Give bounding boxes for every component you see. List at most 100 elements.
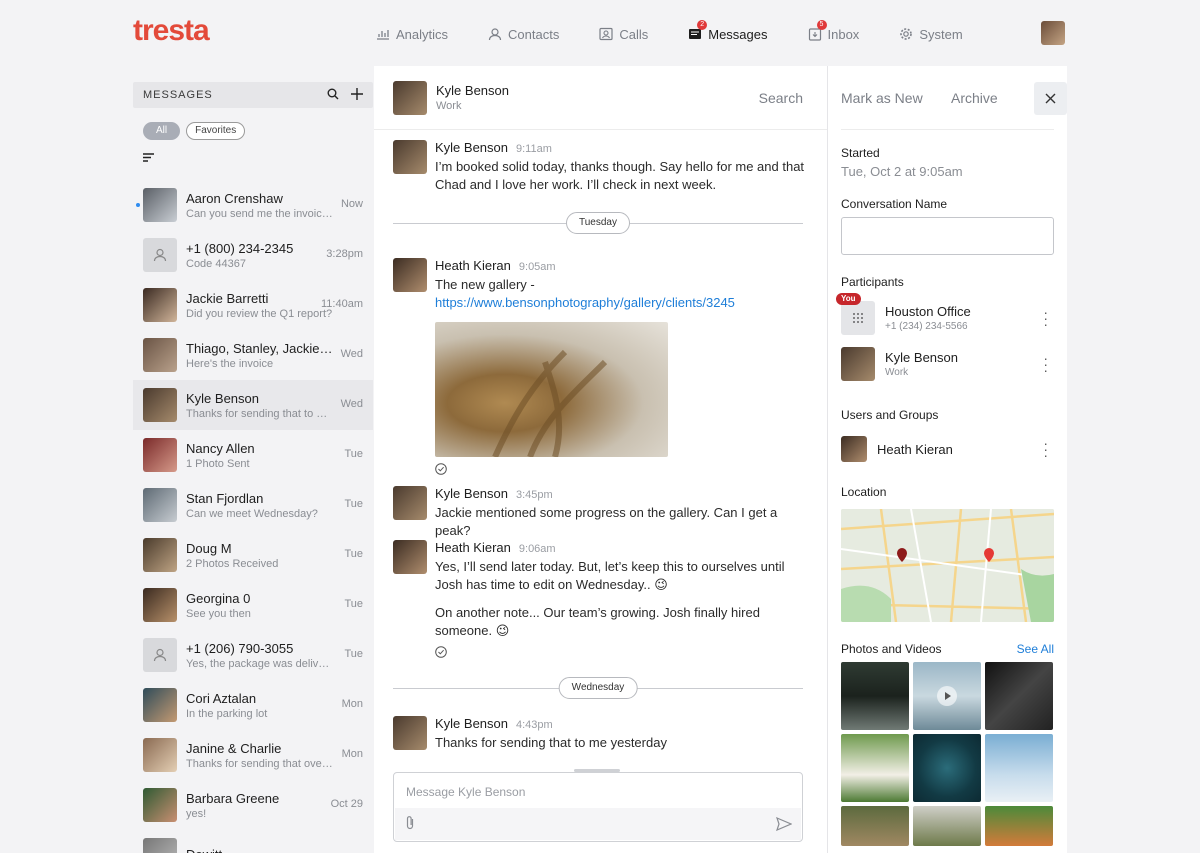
contact-avatar [143, 438, 177, 472]
user-name: Heath Kieran [877, 441, 953, 457]
message-time: 4:43pm [516, 719, 553, 731]
message-text: Jackie mentioned some progress on the ga… [435, 505, 778, 538]
mark-as-new-button[interactable]: Mark as New [841, 90, 923, 106]
participant-row[interactable]: You Houston Office +1 (234) 234-5566 · · · [836, 293, 1054, 341]
contact-avatar [143, 838, 177, 853]
chat-search-button[interactable]: Search [759, 90, 803, 106]
read-check-icon [435, 463, 447, 475]
app-logo[interactable]: tresta [133, 14, 210, 48]
photo-thumbnail[interactable] [841, 662, 909, 730]
photo-thumbnail[interactable] [985, 806, 1053, 846]
filter-all[interactable]: All [143, 122, 181, 140]
see-all-link[interactable]: See All [1017, 642, 1054, 656]
conversation-preview: Code 44367 [186, 257, 246, 270]
attach-icon[interactable] [404, 815, 416, 834]
plus-icon[interactable] [351, 87, 363, 103]
conversation-item[interactable]: +1 (206) 790-3055 Yes, the package was de… [133, 630, 373, 680]
conversation-list: Aaron Crenshaw Can you send me the invoic… [133, 180, 373, 853]
conversation-name: Janine & Charlie [186, 740, 282, 756]
read-check-icon [435, 646, 447, 658]
messages-header-title: MESSAGES [143, 89, 213, 101]
photos-section: Photos and Videos See All [841, 642, 1054, 846]
messages-header: MESSAGES [133, 82, 373, 108]
more-icon[interactable]: · · · [1043, 305, 1048, 331]
nav-messages[interactable]: 2 Messages [688, 20, 768, 44]
sort-icon[interactable] [143, 152, 155, 164]
conversation-preview: Thanks for sending that over, w... [186, 757, 334, 770]
conversation-time: Tue [344, 448, 363, 460]
archive-button[interactable]: Archive [951, 90, 998, 106]
started-section: Started Tue, Oct 2 at 9:05am [841, 146, 1054, 179]
conversations-panel: MESSAGES All Favorites Aaron Crenshaw Can… [133, 82, 373, 853]
conversation-item[interactable]: Doug M2 Photos Received Tue [133, 530, 373, 580]
conversation-item[interactable]: Nancy Allen 1 Photo Sent Tue [133, 430, 373, 480]
close-icon[interactable] [1034, 82, 1067, 115]
participant-row[interactable]: Kyle Benson Work · · · [841, 341, 1054, 387]
conversation-item[interactable]: Georgina 0 See you then Tue [133, 580, 373, 630]
gallery-photo[interactable] [435, 322, 668, 457]
photo-thumbnail[interactable] [985, 662, 1053, 730]
details-toolbar: Mark as New Archive [841, 66, 1067, 130]
sender-avatar [393, 540, 427, 574]
nav-contacts[interactable]: Contacts [488, 24, 559, 44]
conversation-item[interactable]: Janine & Charlie Thanks for sending that … [133, 730, 373, 780]
conversation-time: Tue [344, 598, 363, 610]
photo-thumbnail[interactable] [913, 734, 981, 802]
filter-pills: All Favorites [143, 122, 373, 140]
conversation-time: Mon [341, 748, 363, 760]
gallery-link[interactable]: https://www.bensonphotography/gallery/cl… [435, 295, 735, 310]
conversation-preview: yes! [186, 807, 207, 820]
sender-avatar [393, 486, 427, 520]
more-icon[interactable]: · · · [1043, 436, 1048, 462]
video-thumbnail[interactable] [913, 662, 981, 730]
conversation-time: 3:28pm [326, 248, 363, 260]
conversation-item[interactable]: +1 (800) 234-2345 Code 44367 3:28pm [133, 230, 373, 280]
conversation-name-label: Conversation Name [841, 197, 948, 211]
message-composer[interactable]: Message Kyle Benson [393, 772, 803, 842]
conversation-preview: Yes, the package was delivered. [186, 657, 334, 670]
conversation-item[interactable]: Thiago, Stanley, Jackie &... Here's the i… [133, 330, 373, 380]
photo-thumbnail[interactable] [841, 734, 909, 802]
conversation-item[interactable]: Barbara Greene yes! Oct 29 [133, 780, 373, 830]
chat-panel: Kyle Benson Work Search Kyle Benson 9:11a… [374, 66, 827, 853]
search-icon[interactable] [327, 87, 339, 103]
conversation-item[interactable]: Cori Aztalan In the parking lot Mon [133, 680, 373, 730]
conversation-name: Stan Fjordlan [186, 490, 264, 506]
photo-thumbnail[interactable] [913, 806, 981, 846]
filter-favorites[interactable]: Favorites [186, 122, 246, 140]
user-row[interactable]: Heath Kieran · · · [841, 426, 1054, 472]
participants-section: Participants You Houston Office +1 (234)… [836, 275, 1054, 387]
conversation-preview: Can you send me the invoice fo... [186, 207, 334, 220]
contact-avatar [143, 188, 177, 222]
more-icon[interactable]: · · · [1043, 351, 1048, 377]
message-sender: Kyle Benson [435, 140, 508, 155]
conversation-item[interactable]: Stan Fjordlan Can we meet Wednesday? Tue [133, 480, 373, 530]
conversation-name-input[interactable] [841, 217, 1054, 255]
conversation-name: Nancy Allen [186, 440, 255, 456]
nav-system[interactable]: System [899, 24, 963, 44]
nav-inbox[interactable]: 5 Inbox [808, 20, 859, 44]
conversation-item[interactable]: Aaron Crenshaw Can you send me the invoic… [133, 180, 373, 230]
message-text: Yes, I’ll send later today. But, let’s k… [435, 559, 785, 592]
user-avatar[interactable] [1041, 21, 1065, 45]
photo-thumbnail[interactable] [985, 734, 1053, 802]
nav-analytics[interactable]: Analytics [376, 24, 448, 44]
wink-emoji-icon: 😉 [495, 623, 510, 638]
conversation-item[interactable]: Jackie Barretti Did you review the Q1 rep… [133, 280, 373, 330]
conversation-item[interactable]: Dewitt [133, 830, 373, 853]
contact-avatar [143, 388, 177, 422]
photo-thumbnail[interactable] [841, 806, 909, 846]
participants-label: Participants [841, 275, 904, 289]
main-nav: Analytics Contacts Calls 2 Messages 5 In… [376, 20, 1003, 44]
location-map[interactable] [841, 509, 1054, 622]
conversation-item[interactable]: Kyle Benson Thanks for sending that to me… [133, 380, 373, 430]
message-sender: Kyle Benson [435, 486, 508, 501]
contact-avatar [143, 488, 177, 522]
date-divider-label: Tuesday [566, 212, 630, 234]
calls-icon [599, 27, 613, 41]
send-icon[interactable] [776, 816, 793, 834]
analytics-icon [376, 27, 390, 41]
location-section: Location [841, 485, 1054, 622]
nav-calls[interactable]: Calls [599, 24, 648, 44]
date-divider-label: Wednesday [558, 677, 638, 699]
